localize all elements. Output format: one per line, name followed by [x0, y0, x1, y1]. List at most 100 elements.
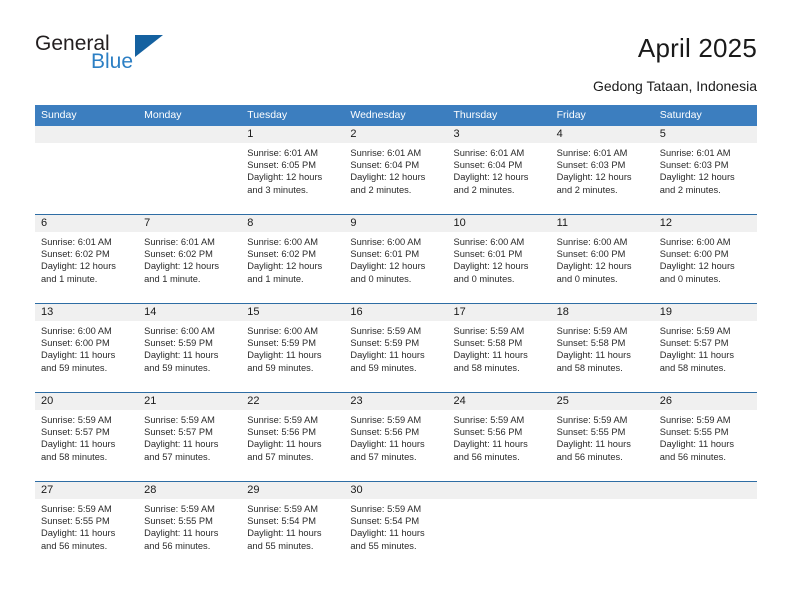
sunset-text: Sunset: 5:58 PM	[453, 338, 523, 349]
daylight-text: Daylight: 11 hours and 55 minutes.	[350, 528, 425, 551]
day-number: 22	[241, 393, 345, 410]
day-sun-info: Sunrise: 6:01 AM Sunset: 6:03 PM Daylight:…	[654, 143, 757, 196]
day-sun-info: Sunrise: 5:59 AM Sunset: 5:59 PM Daylight:…	[344, 321, 447, 374]
sunrise-text: Sunrise: 6:00 AM	[453, 237, 525, 247]
day-sun-info: Sunrise: 5:59 AM Sunset: 5:55 PM Daylight:…	[35, 499, 138, 552]
sunset-text: Sunset: 5:55 PM	[659, 427, 729, 438]
calendar-day-cell[interactable]: 3 Sunrise: 6:01 AM Sunset: 6:04 PM Daylight…	[447, 126, 551, 214]
calendar-day-cell[interactable]: 25 Sunrise: 5:59 AM Sunset: 5:55 PM Dayligh…	[550, 393, 654, 481]
sunrise-text: Sunrise: 6:00 AM	[556, 237, 628, 247]
calendar-day-cell[interactable]: 10 Sunrise: 6:00 AM Sunset: 6:01 PM Dayligh…	[447, 215, 551, 303]
calendar-day-cell[interactable]: 16 Sunrise: 5:59 AM Sunset: 5:59 PM Dayligh…	[344, 304, 448, 392]
day-number	[447, 482, 551, 499]
general-blue-logo[interactable]: General Blue	[35, 33, 255, 83]
logo-triangle-icon	[135, 35, 163, 57]
sunset-text: Sunset: 5:54 PM	[350, 516, 420, 527]
calendar-day-cell[interactable]: 12 Sunrise: 6:00 AM Sunset: 6:00 PM Dayligh…	[653, 215, 757, 303]
daylight-text: Daylight: 12 hours and 0 minutes.	[350, 261, 426, 284]
page-header: General Blue April 2025 Gedong Tataan, I…	[0, 0, 792, 100]
calendar-day-cell[interactable]: 11 Sunrise: 6:00 AM Sunset: 6:00 PM Dayligh…	[550, 215, 654, 303]
calendar-day-cell[interactable]: 27 Sunrise: 5:59 AM Sunset: 5:55 PM Dayligh…	[35, 482, 139, 570]
sunset-text: Sunset: 6:04 PM	[350, 160, 420, 171]
daylight-text: Daylight: 12 hours and 2 minutes.	[453, 172, 529, 195]
calendar-day-cell[interactable]: 8 Sunrise: 6:00 AM Sunset: 6:02 PM Daylight…	[241, 215, 345, 303]
sunset-text: Sunset: 6:03 PM	[556, 160, 626, 171]
weekday-header-monday: Monday	[144, 109, 182, 121]
sunset-text: Sunset: 6:02 PM	[144, 249, 213, 260]
sunset-text: Sunset: 5:58 PM	[556, 338, 626, 349]
calendar-week-row: 13 Sunrise: 6:00 AM Sunset: 6:00 PM Dayligh…	[35, 303, 757, 392]
calendar-day-cell[interactable]: 6 Sunrise: 6:01 AM Sunset: 6:02 PM Daylight…	[35, 215, 139, 303]
sunrise-text: Sunrise: 6:01 AM	[453, 148, 525, 158]
day-sun-info: Sunrise: 5:59 AM Sunset: 5:55 PM Daylight:…	[654, 410, 757, 463]
day-sun-info: Sunrise: 5:59 AM Sunset: 5:56 PM Daylight:…	[448, 410, 551, 463]
calendar-day-cell[interactable]: 1 Sunrise: 6:01 AM Sunset: 6:05 PM Daylight…	[241, 126, 345, 214]
day-number: 10	[447, 215, 551, 232]
daylight-text: Daylight: 12 hours and 0 minutes.	[556, 261, 632, 284]
calendar-day-cell[interactable]: 14 Sunrise: 6:00 AM Sunset: 5:59 PM Dayligh…	[138, 304, 242, 392]
day-number: 25	[550, 393, 654, 410]
calendar-day-cell[interactable]: 21 Sunrise: 5:59 AM Sunset: 5:57 PM Dayligh…	[138, 393, 242, 481]
calendar-day-cell[interactable]: 28 Sunrise: 5:59 AM Sunset: 5:55 PM Dayligh…	[138, 482, 242, 570]
daylight-text: Daylight: 11 hours and 58 minutes.	[453, 350, 528, 373]
sunset-text: Sunset: 5:55 PM	[41, 516, 110, 527]
calendar-day-cell[interactable]: 2 Sunrise: 6:01 AM Sunset: 6:04 PM Daylight…	[344, 126, 448, 214]
calendar-day-cell[interactable]: 4 Sunrise: 6:01 AM Sunset: 6:03 PM Daylight…	[550, 126, 654, 214]
calendar-day-cell[interactable]: 30 Sunrise: 5:59 AM Sunset: 5:54 PM Dayligh…	[344, 482, 448, 570]
calendar-day-cell[interactable]: 18 Sunrise: 5:59 AM Sunset: 5:58 PM Dayligh…	[550, 304, 654, 392]
day-number: 4	[550, 126, 654, 143]
sunset-text: Sunset: 6:02 PM	[41, 249, 110, 260]
calendar-day-cell[interactable]: 9 Sunrise: 6:00 AM Sunset: 6:01 PM Daylight…	[344, 215, 448, 303]
daylight-text: Daylight: 11 hours and 58 minutes.	[659, 350, 734, 373]
day-sun-info: Sunrise: 6:01 AM Sunset: 6:03 PM Daylight:…	[551, 143, 654, 196]
sunrise-text: Sunrise: 6:00 AM	[659, 237, 731, 247]
calendar-day-cell[interactable]: 19 Sunrise: 5:59 AM Sunset: 5:57 PM Dayligh…	[653, 304, 757, 392]
day-sun-info: Sunrise: 6:01 AM Sunset: 6:05 PM Daylight:…	[241, 143, 344, 196]
weekday-header-friday: Friday	[556, 109, 586, 121]
day-number: 6	[35, 215, 139, 232]
calendar-week-row: 1 Sunrise: 6:01 AM Sunset: 6:05 PM Daylight…	[35, 126, 757, 214]
calendar-day-cell[interactable]: 29 Sunrise: 5:59 AM Sunset: 5:54 PM Dayligh…	[241, 482, 345, 570]
day-sun-info: Sunrise: 5:59 AM Sunset: 5:54 PM Daylight:…	[344, 499, 447, 552]
day-number: 30	[344, 482, 448, 499]
sunset-text: Sunset: 6:01 PM	[453, 249, 523, 260]
calendar-day-cell-empty	[35, 126, 139, 214]
calendar-day-cell[interactable]: 5 Sunrise: 6:01 AM Sunset: 6:03 PM Daylight…	[653, 126, 757, 214]
page-subtitle-location: Gedong Tataan, Indonesia	[593, 78, 757, 94]
daylight-text: Daylight: 12 hours and 1 minute.	[247, 261, 323, 284]
calendar-day-cell[interactable]: 17 Sunrise: 5:59 AM Sunset: 5:58 PM Dayligh…	[447, 304, 551, 392]
calendar-day-cell[interactable]: 23 Sunrise: 5:59 AM Sunset: 5:56 PM Dayligh…	[344, 393, 448, 481]
daylight-text: Daylight: 11 hours and 59 minutes.	[247, 350, 322, 373]
day-sun-info: Sunrise: 6:00 AM Sunset: 6:01 PM Daylight:…	[344, 232, 447, 285]
daylight-text: Daylight: 12 hours and 0 minutes.	[659, 261, 735, 284]
calendar-week-row: 27 Sunrise: 5:59 AM Sunset: 5:55 PM Dayligh…	[35, 481, 757, 570]
calendar-day-cell[interactable]: 7 Sunrise: 6:01 AM Sunset: 6:02 PM Daylight…	[138, 215, 242, 303]
calendar-weeks: 1 Sunrise: 6:01 AM Sunset: 6:05 PM Daylight…	[35, 126, 757, 570]
calendar-day-cell-empty	[138, 126, 242, 214]
day-sun-info: Sunrise: 5:59 AM Sunset: 5:57 PM Daylight:…	[654, 321, 757, 374]
sunrise-text: Sunrise: 5:59 AM	[350, 504, 422, 514]
daylight-text: Daylight: 12 hours and 1 minute.	[144, 261, 220, 284]
sunset-text: Sunset: 5:56 PM	[453, 427, 523, 438]
day-number: 19	[653, 304, 757, 321]
calendar-day-cell[interactable]: 15 Sunrise: 6:00 AM Sunset: 5:59 PM Dayligh…	[241, 304, 345, 392]
sunrise-text: Sunrise: 5:59 AM	[659, 326, 731, 336]
calendar-day-cell[interactable]: 26 Sunrise: 5:59 AM Sunset: 5:55 PM Dayligh…	[653, 393, 757, 481]
sunrise-text: Sunrise: 5:59 AM	[41, 504, 112, 514]
sunset-text: Sunset: 6:02 PM	[247, 249, 316, 260]
calendar-day-cell[interactable]: 24 Sunrise: 5:59 AM Sunset: 5:56 PM Dayligh…	[447, 393, 551, 481]
day-sun-info: Sunrise: 6:00 AM Sunset: 6:02 PM Daylight:…	[241, 232, 344, 285]
calendar-day-cell[interactable]: 13 Sunrise: 6:00 AM Sunset: 6:00 PM Dayligh…	[35, 304, 139, 392]
daylight-text: Daylight: 11 hours and 55 minutes.	[247, 528, 322, 551]
calendar-week-row: 20 Sunrise: 5:59 AM Sunset: 5:57 PM Dayligh…	[35, 392, 757, 481]
calendar-day-cell[interactable]: 22 Sunrise: 5:59 AM Sunset: 5:56 PM Dayligh…	[241, 393, 345, 481]
day-sun-info: Sunrise: 6:00 AM Sunset: 6:00 PM Daylight:…	[551, 232, 654, 285]
sunset-text: Sunset: 5:59 PM	[247, 338, 316, 349]
day-sun-info: Sunrise: 6:01 AM Sunset: 6:02 PM Daylight:…	[138, 232, 241, 285]
calendar-day-cell-empty	[447, 482, 551, 570]
weekday-header-row: Sunday Monday Tuesday Wednesday Thursday Frid…	[35, 105, 757, 126]
sunset-text: Sunset: 5:59 PM	[144, 338, 213, 349]
day-sun-info: Sunrise: 6:00 AM Sunset: 5:59 PM Daylight:…	[138, 321, 241, 374]
calendar-day-cell[interactable]: 20 Sunrise: 5:59 AM Sunset: 5:57 PM Dayligh…	[35, 393, 139, 481]
sunrise-text: Sunrise: 6:00 AM	[144, 326, 215, 336]
